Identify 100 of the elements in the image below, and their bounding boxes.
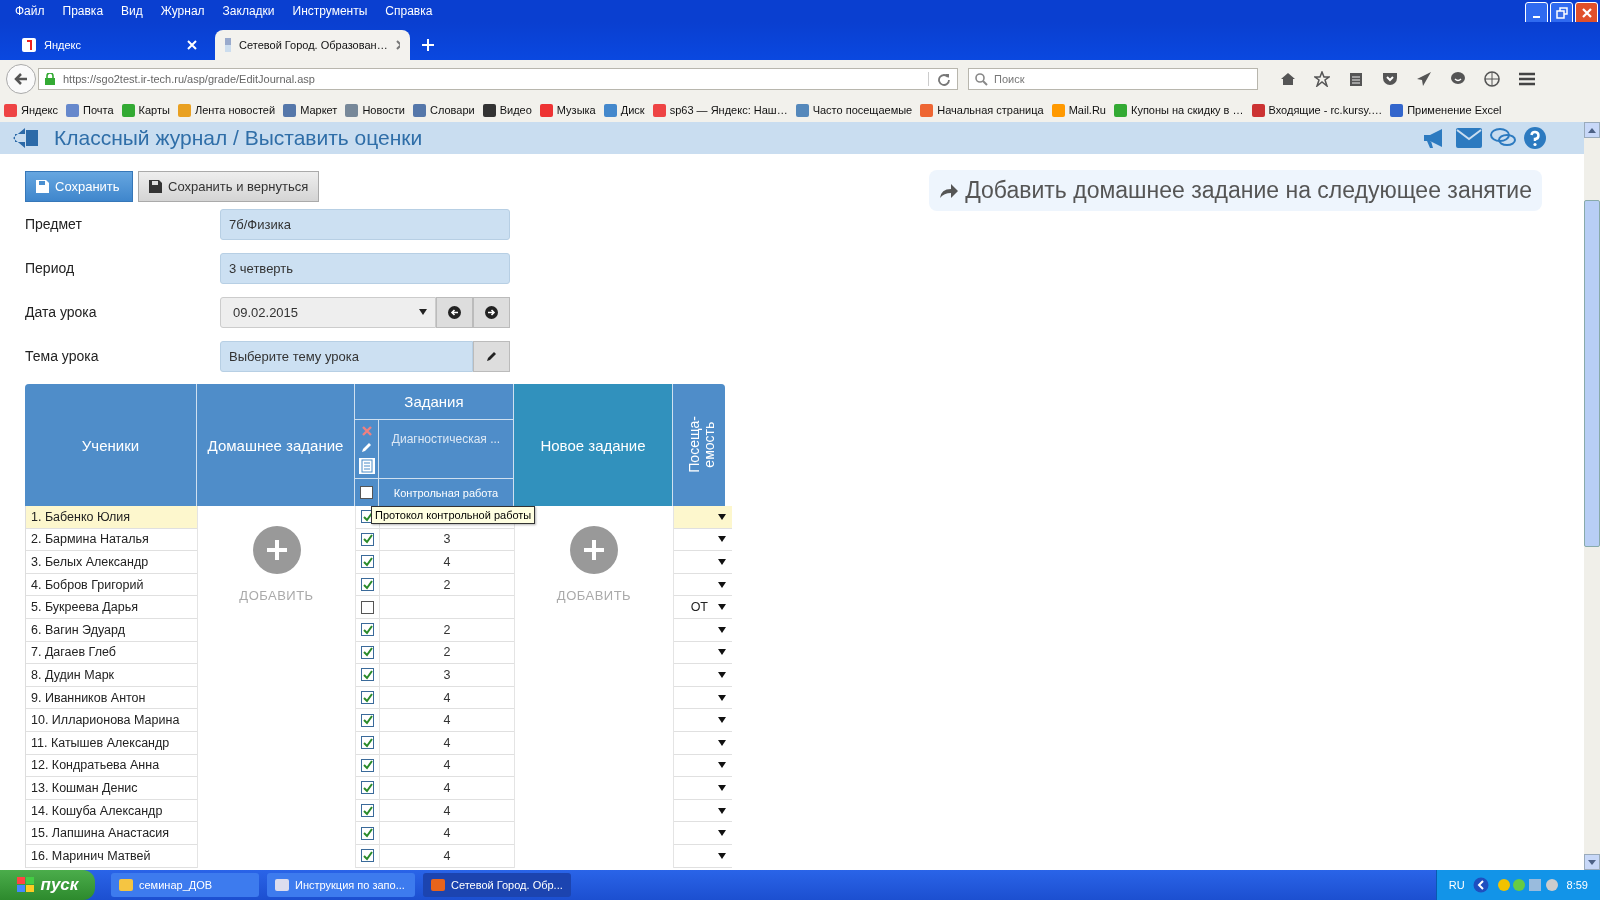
globe-icon[interactable] — [1484, 71, 1500, 87]
checkbox[interactable] — [361, 736, 374, 750]
clipboard-icon[interactable] — [1348, 71, 1364, 87]
attendance-dropdown[interactable]: ОТ — [674, 596, 732, 619]
bookmark[interactable]: Mail.Ru — [1051, 103, 1114, 117]
close-tab-icon[interactable] — [395, 40, 400, 50]
envelope-icon[interactable] — [1456, 128, 1482, 148]
bookmark[interactable]: Словари — [412, 103, 483, 117]
browser-tab[interactable]: Яндекс — [12, 30, 207, 60]
scrollbar[interactable] — [1584, 122, 1600, 870]
grade-cell[interactable]: 4 — [380, 822, 514, 845]
search-field[interactable]: Поиск — [968, 68, 1258, 90]
list-icon[interactable] — [358, 458, 375, 474]
menu-item[interactable]: Правка — [53, 4, 113, 18]
topic-field[interactable]: Выберите тему урока — [220, 340, 473, 372]
menu-item[interactable]: Журнал — [151, 4, 214, 18]
checkbox[interactable] — [361, 668, 374, 682]
student-name[interactable]: 11. Катышев Александр — [26, 731, 197, 755]
bookmark[interactable]: Входящие - rc.kursy.… — [1251, 103, 1391, 117]
bookmark[interactable]: Новости — [345, 103, 413, 117]
grade-cell[interactable]: 4 — [380, 686, 514, 710]
student-name[interactable]: 9. Иванников Антон — [26, 686, 197, 710]
previous-date-button[interactable] — [436, 296, 473, 328]
edit-button[interactable] — [473, 340, 510, 372]
grade-cell[interactable]: 4 — [380, 731, 514, 755]
checkbox[interactable] — [361, 555, 374, 569]
reload-icon[interactable] — [928, 72, 951, 86]
checkbox[interactable] — [361, 578, 374, 592]
bookmark[interactable]: Маркет — [283, 103, 346, 117]
checkbox[interactable] — [360, 486, 373, 499]
student-name[interactable]: 2. Бармина Наталья — [26, 528, 197, 552]
bookmark[interactable]: Диск — [603, 103, 653, 117]
text-field[interactable]: 3 четверть — [220, 252, 510, 284]
pocket-icon[interactable] — [1382, 71, 1398, 87]
browser-tab[interactable]: Сетевой Город. Образован… — [215, 30, 410, 60]
checkbox[interactable] — [361, 713, 374, 727]
student-name[interactable]: 4. Бобров Григорий — [26, 573, 197, 597]
home-icon[interactable] — [1280, 71, 1296, 87]
checkbox[interactable] — [361, 600, 374, 614]
menu-item[interactable]: Инструменты — [283, 4, 377, 18]
checkbox[interactable] — [361, 645, 374, 659]
star-icon[interactable] — [1314, 71, 1330, 87]
checkbox[interactable] — [361, 781, 374, 795]
address-bar[interactable]: https://sgo2test.ir-tech.ru/asp/grade/EditJournal.asp — [38, 68, 958, 90]
bookmark[interactable]: Купоны на скидку в … — [1114, 103, 1252, 117]
bookmark[interactable]: Музыка — [539, 103, 604, 117]
student-name[interactable]: 15. Лапшина Анастасия — [26, 822, 197, 845]
chat-bubbles-icon[interactable] — [1490, 127, 1516, 149]
grade-cell[interactable] — [380, 596, 514, 619]
taskbar-button[interactable]: Сетевой Город. Обр... — [423, 873, 571, 897]
add-button[interactable] — [570, 526, 618, 574]
student-name[interactable]: 5. Букреева Дарья — [26, 596, 197, 619]
grade-cell[interactable]: 4 — [380, 777, 514, 800]
student-name[interactable]: 12. Кондратьева Анна — [26, 754, 197, 778]
grade-cell[interactable]: 3 — [380, 664, 514, 687]
grade-cell[interactable]: 4 — [380, 799, 514, 823]
student-name[interactable]: 8. Дудин Марк — [26, 664, 197, 687]
taskbar-button[interactable]: семинар_ДОВ — [111, 873, 259, 897]
checkbox[interactable] — [361, 804, 374, 817]
bookmark[interactable]: Начальная страница — [920, 103, 1052, 117]
checkbox[interactable] — [361, 849, 374, 863]
bookmark[interactable]: sp63 — Яндекс: Наш… — [652, 103, 796, 117]
new-tab-icon[interactable] — [422, 39, 434, 51]
grade-cell[interactable]: 2 — [380, 618, 514, 642]
add-homework-link[interactable]: Добавить домашнее задание на следующее занятие — [929, 170, 1542, 211]
chat-icon[interactable] — [1450, 71, 1466, 87]
start-button[interactable]: пуск — [0, 870, 95, 900]
checkbox[interactable] — [361, 826, 374, 840]
scroll-up-icon[interactable] — [1588, 127, 1596, 133]
date-dropdown[interactable]: 09.02.2015 — [220, 296, 436, 328]
student-name[interactable]: 6. Вагин Эдуард — [26, 618, 197, 642]
bookmark[interactable]: Лента новостей — [177, 103, 284, 117]
student-name[interactable]: 13. Кошман Денис — [26, 777, 197, 800]
minimize-button[interactable] — [1525, 1, 1548, 25]
bookmark[interactable]: Видео — [482, 103, 540, 117]
help-icon[interactable] — [1524, 127, 1546, 149]
menu-item[interactable]: Закладки — [213, 4, 284, 18]
student-name[interactable]: 1. Бабенко Юлия — [26, 506, 197, 529]
save-return-button[interactable]: Сохранить и вернуться — [138, 171, 320, 202]
checkbox[interactable] — [361, 623, 374, 637]
add-button[interactable] — [252, 526, 301, 574]
restore-button[interactable] — [1550, 1, 1573, 25]
menu-item[interactable]: Файл — [6, 4, 54, 18]
menu-item[interactable]: Справка — [376, 4, 442, 18]
back-icon[interactable] — [12, 126, 40, 150]
next-date-button[interactable] — [473, 296, 510, 328]
student-name[interactable]: 7. Дагаев Глеб — [26, 641, 197, 665]
grade-cell[interactable]: 4 — [380, 551, 514, 574]
bookmark[interactable]: Почта — [66, 103, 122, 117]
student-name[interactable]: 14. Кошуба Александр — [26, 799, 197, 823]
back-button[interactable] — [6, 64, 36, 94]
grade-cell[interactable]: 4 — [380, 844, 514, 868]
menu-item[interactable]: Вид — [112, 4, 152, 18]
grade-cell[interactable]: 2 — [380, 641, 514, 665]
checkbox[interactable] — [361, 691, 374, 705]
checkbox[interactable] — [361, 532, 374, 546]
grade-cell[interactable]: 4 — [380, 709, 514, 732]
bookmark[interactable]: Яндекс — [4, 103, 66, 117]
checkbox[interactable] — [361, 758, 374, 772]
bookmark[interactable]: Часто посещаемые — [795, 103, 921, 117]
